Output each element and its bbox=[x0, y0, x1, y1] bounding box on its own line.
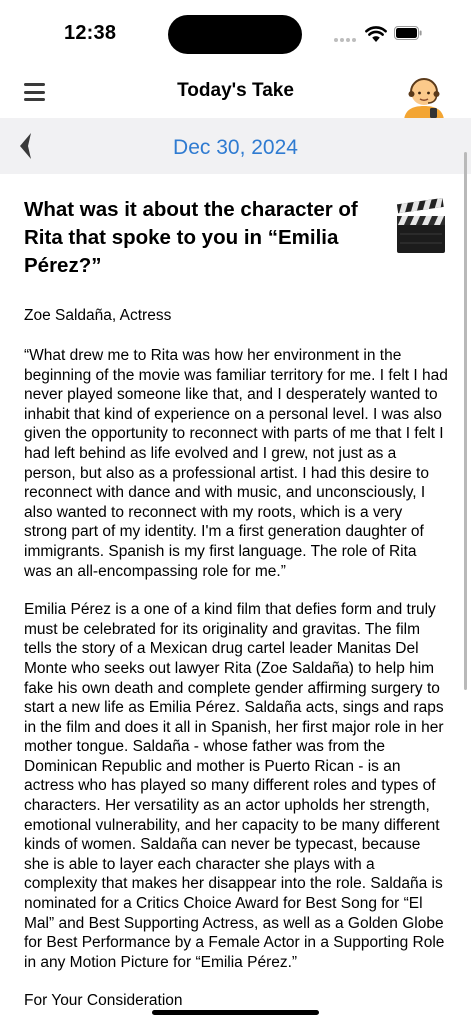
status-time: 12:38 bbox=[64, 22, 117, 44]
article-closing: For Your Consideration bbox=[24, 992, 183, 1010]
article-question: What was it about the character of Rita … bbox=[24, 198, 358, 277]
clapper-board-icon bbox=[396, 198, 445, 253]
home-indicator bbox=[152, 1010, 319, 1015]
date-navigation-bar: Dec 30, 2024 bbox=[0, 118, 471, 174]
article-quote: “What drew me to Rita was how her enviro… bbox=[24, 347, 448, 580]
scrollbar[interactable] bbox=[464, 152, 467, 690]
dynamic-island bbox=[168, 15, 302, 54]
person-with-headset-icon[interactable] bbox=[400, 72, 448, 120]
top-nav-bar: Today's Take bbox=[0, 66, 471, 120]
wifi-icon bbox=[365, 26, 387, 42]
article: What was it about the character of Rita … bbox=[24, 196, 448, 1011]
battery-icon bbox=[394, 26, 422, 40]
article-body: Emilia Pérez is a one of a kind film tha… bbox=[24, 601, 445, 971]
cellular-signal-icon bbox=[334, 38, 358, 42]
current-date: Dec 30, 2024 bbox=[173, 136, 298, 159]
article-byline: Zoe Saldaña, Actress bbox=[24, 307, 172, 324]
status-bar: 12:38 bbox=[0, 0, 471, 66]
